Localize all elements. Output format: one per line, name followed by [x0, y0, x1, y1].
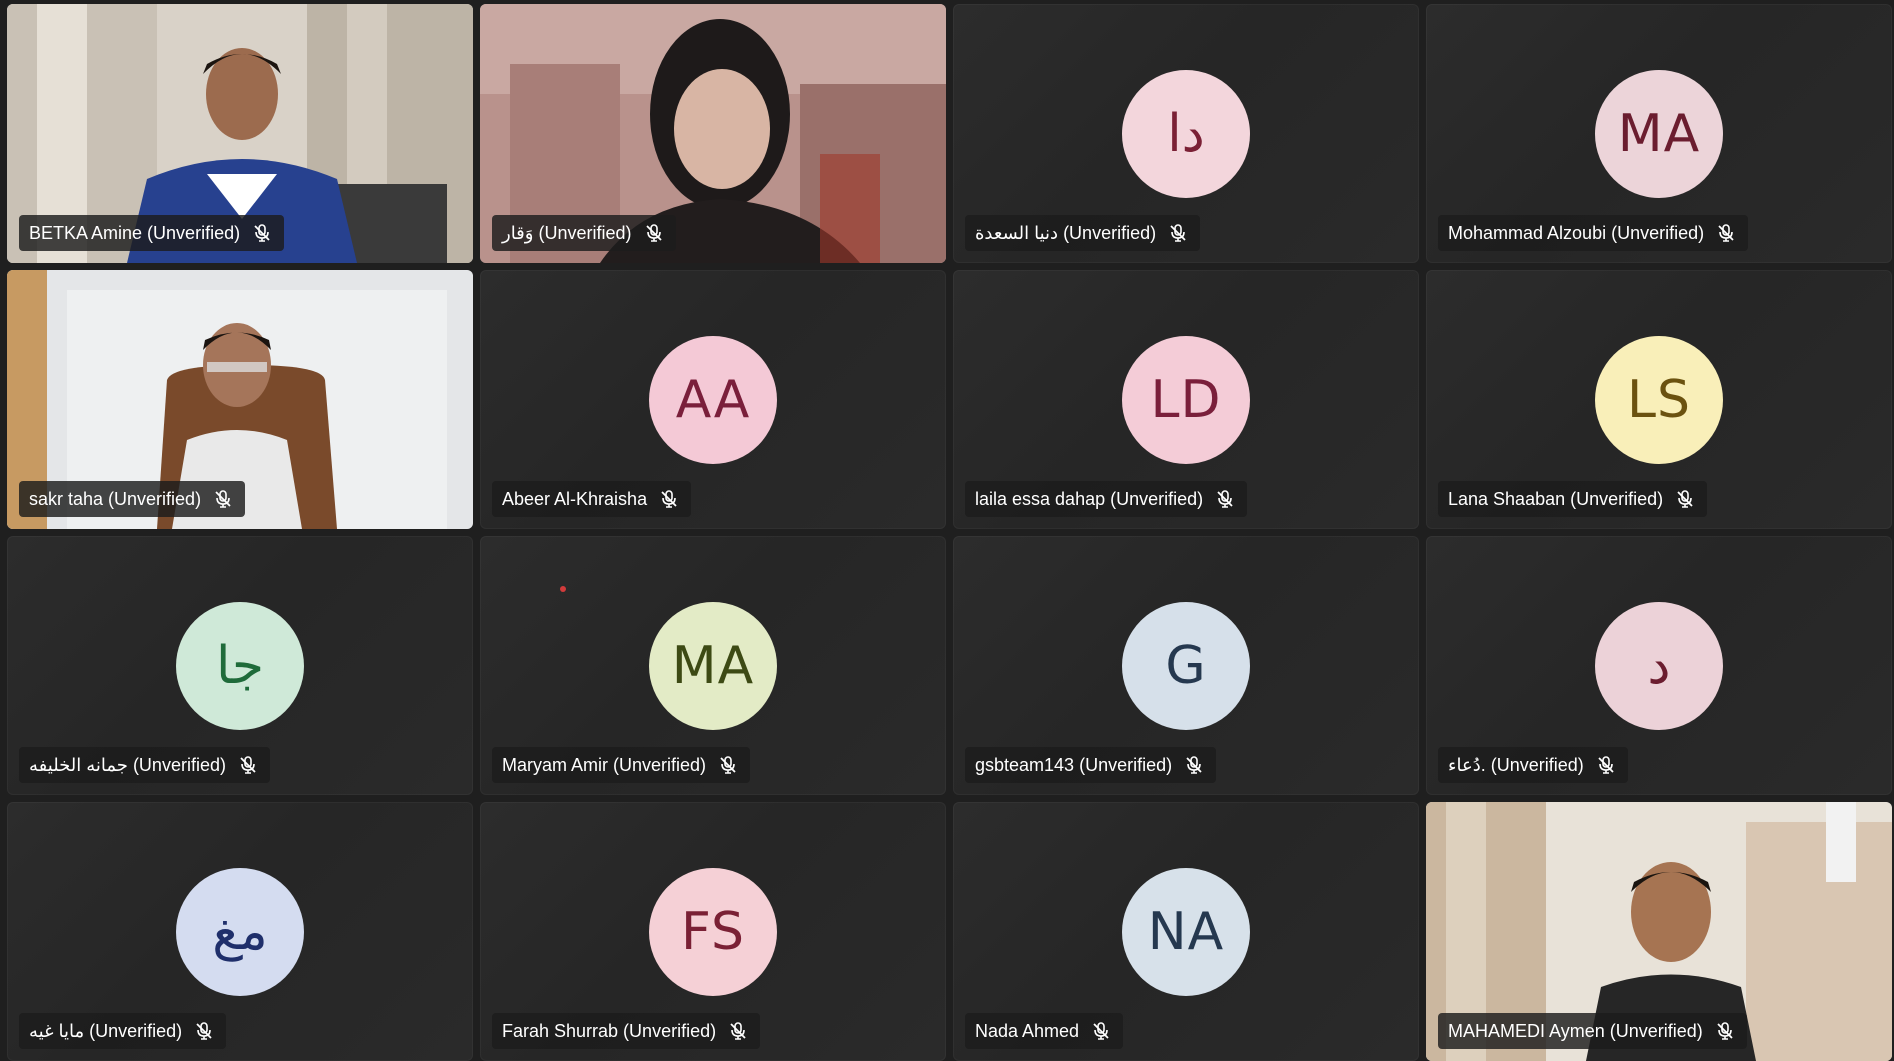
- name-plate: دُعاء. (Unverified): [1438, 747, 1628, 783]
- participant-name: جمانه الخليفه (Unverified): [29, 754, 226, 775]
- name-plate: BETKA Amine (Unverified): [19, 215, 285, 251]
- avatar: FS: [649, 867, 777, 996]
- participant-tile[interactable]: LS Lana Shaaban (Unverified): [1426, 270, 1892, 529]
- mic-off-icon: [1091, 1021, 1111, 1041]
- mic-off-icon: [1715, 1021, 1735, 1041]
- avatar: LD: [1122, 335, 1250, 464]
- participant-name: MAHAMEDI Aymen (Unverified): [1448, 1020, 1703, 1041]
- participant-tile[interactable]: FS Farah Shurrab (Unverified): [480, 802, 946, 1061]
- mic-off-icon: [659, 489, 679, 509]
- participant-tile[interactable]: دا دنيا السعدة (Unverified): [953, 4, 1419, 263]
- avatar: د: [1595, 601, 1723, 730]
- participant-tile[interactable]: MA Mohammad Alzoubi (Unverified): [1426, 4, 1892, 263]
- participant-tile[interactable]: MAHAMEDI Aymen (Unverified): [1426, 802, 1892, 1061]
- participant-tile[interactable]: وَقار (Unverified): [480, 4, 946, 263]
- mic-off-icon: [644, 223, 664, 243]
- mic-off-icon: [1168, 223, 1188, 243]
- avatar: دا: [1122, 69, 1250, 198]
- participant-name: BETKA Amine (Unverified): [29, 222, 241, 243]
- participant-tile[interactable]: AA Abeer Al-Khraisha: [480, 270, 946, 529]
- name-plate: وَقار (Unverified): [492, 215, 676, 251]
- avatar: جا: [176, 601, 304, 730]
- mic-off-icon: [1596, 755, 1616, 775]
- name-plate: gsbteam143 (Unverified): [965, 747, 1217, 783]
- name-plate: Lana Shaaban (Unverified): [1438, 481, 1708, 517]
- participant-name: وَقار (Unverified): [502, 222, 632, 243]
- avatar-initials: MA: [671, 635, 755, 696]
- participant-name: laila essa dahap (Unverified): [975, 488, 1204, 509]
- avatar-initials: LS: [1627, 369, 1691, 430]
- participant-name: Maryam Amir (Unverified): [502, 754, 707, 775]
- mic-off-icon: [728, 1021, 748, 1041]
- avatar-initials: د: [1647, 635, 1671, 696]
- participant-tile[interactable]: جا جمانه الخليفه (Unverified): [7, 536, 473, 795]
- avatar-initials: دا: [1167, 103, 1205, 164]
- mic-off-icon: [1215, 489, 1235, 509]
- participant-tile[interactable]: NA Nada Ahmed: [953, 802, 1419, 1061]
- participant-tile[interactable]: G gsbteam143 (Unverified): [953, 536, 1419, 795]
- avatar: MA: [649, 601, 777, 730]
- participant-name: sakr taha (Unverified): [29, 488, 202, 509]
- avatar-initials: NA: [1147, 901, 1225, 962]
- participant-name: gsbteam143 (Unverified): [975, 754, 1173, 775]
- avatar: مغ: [176, 867, 304, 996]
- name-plate: Abeer Al-Khraisha: [492, 481, 692, 517]
- participant-tile[interactable]: MA Maryam Amir (Unverified): [480, 536, 946, 795]
- name-plate: sakr taha (Unverified): [19, 481, 246, 517]
- participant-tile[interactable]: BETKA Amine (Unverified): [7, 4, 473, 263]
- participant-name: دُعاء. (Unverified): [1448, 754, 1584, 775]
- mic-off-icon: [194, 1021, 214, 1041]
- avatar-initials: جا: [216, 635, 264, 696]
- avatar-initials: FS: [680, 901, 745, 962]
- name-plate: MAHAMEDI Aymen (Unverified): [1438, 1013, 1747, 1049]
- avatar-initials: MA: [1617, 103, 1701, 164]
- avatar: NA: [1122, 867, 1250, 996]
- mic-off-icon: [1675, 489, 1695, 509]
- avatar-initials: G: [1165, 635, 1207, 696]
- name-plate: Nada Ahmed: [965, 1013, 1124, 1049]
- participant-tile[interactable]: sakr taha (Unverified): [7, 270, 473, 529]
- name-plate: Farah Shurrab (Unverified): [492, 1013, 761, 1049]
- participant-name: Nada Ahmed: [975, 1020, 1080, 1041]
- avatar-initials: LD: [1150, 369, 1222, 430]
- name-plate: laila essa dahap (Unverified): [965, 481, 1248, 517]
- participant-name: مايا غيه (Unverified): [29, 1020, 183, 1041]
- participant-tile[interactable]: مغ مايا غيه (Unverified): [7, 802, 473, 1061]
- name-plate: مايا غيه (Unverified): [19, 1013, 227, 1049]
- mic-off-icon: [213, 489, 233, 509]
- participant-name: Abeer Al-Khraisha: [502, 488, 648, 509]
- avatar: LS: [1595, 335, 1723, 464]
- avatar: AA: [649, 335, 777, 464]
- mic-off-icon: [718, 755, 738, 775]
- name-plate: Maryam Amir (Unverified): [492, 747, 751, 783]
- avatar-initials: مغ: [212, 901, 268, 962]
- participant-name: Lana Shaaban (Unverified): [1448, 488, 1664, 509]
- name-plate: دنيا السعدة (Unverified): [965, 215, 1201, 251]
- participant-tile[interactable]: د دُعاء. (Unverified): [1426, 536, 1892, 795]
- avatar: MA: [1595, 69, 1723, 198]
- name-plate: Mohammad Alzoubi (Unverified): [1438, 215, 1749, 251]
- participant-name: Farah Shurrab (Unverified): [502, 1020, 717, 1041]
- video-gallery: BETKA Amine (Unverified) وَقار (Unverifi…: [0, 0, 1894, 1061]
- mic-off-icon: [1184, 755, 1204, 775]
- mic-off-icon: [1716, 223, 1736, 243]
- avatar-initials: AA: [675, 369, 751, 430]
- participant-tile[interactable]: LD laila essa dahap (Unverified): [953, 270, 1419, 529]
- participant-name: Mohammad Alzoubi (Unverified): [1448, 222, 1705, 243]
- mic-off-icon: [252, 223, 272, 243]
- participant-name: دنيا السعدة (Unverified): [975, 222, 1157, 243]
- mic-off-icon: [238, 755, 258, 775]
- avatar: G: [1122, 601, 1250, 730]
- name-plate: جمانه الخليفه (Unverified): [19, 747, 270, 783]
- status-dot: [560, 586, 566, 592]
